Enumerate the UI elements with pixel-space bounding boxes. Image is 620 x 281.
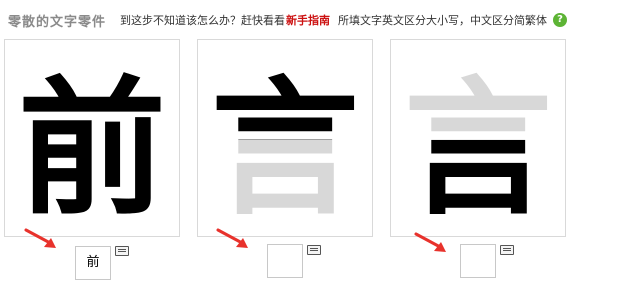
keyboard-icon-1[interactable] — [115, 246, 129, 256]
hint-text: 到这步不知道该怎么办？赶快看看 — [120, 14, 286, 27]
case-sensitivity-note: 所填文字英文区分大小写，中文区分简繁体 — [338, 14, 548, 27]
answer-input-3[interactable] — [460, 244, 496, 278]
glyph-card-1: 前 — [4, 39, 180, 237]
section-title: 零散的文字零件 — [8, 14, 107, 30]
glyph-card-3: 言 言 — [390, 39, 566, 237]
red-arrow-icon-2 — [216, 228, 248, 248]
red-arrow-icon-1 — [24, 228, 56, 248]
red-arrow-icon-3 — [414, 232, 446, 252]
beginner-guide-link[interactable]: 新手指南 — [286, 12, 330, 28]
answer-input-2[interactable] — [267, 244, 303, 278]
page: 零散的文字零件 到这步不知道该怎么办？赶快看看 新手指南 所填文字英文区分大小写… — [0, 0, 620, 281]
glyph-image-2: 言 言 — [211, 63, 359, 235]
answer-input-1[interactable]: 前 — [75, 246, 111, 280]
glyph-card-2: 言 言 — [197, 39, 373, 237]
glyph-image-3: 言 言 — [404, 63, 552, 235]
keyboard-icon-2[interactable] — [307, 245, 321, 255]
keyboard-icon-3[interactable] — [500, 245, 514, 255]
glyph-char-1: 前 — [18, 63, 166, 235]
glyph-image-1: 前 — [18, 63, 166, 235]
header: 零散的文字零件 到这步不知道该怎么办？赶快看看 新手指南 所填文字英文区分大小写… — [8, 10, 612, 30]
help-icon[interactable]: ? — [553, 13, 568, 27]
